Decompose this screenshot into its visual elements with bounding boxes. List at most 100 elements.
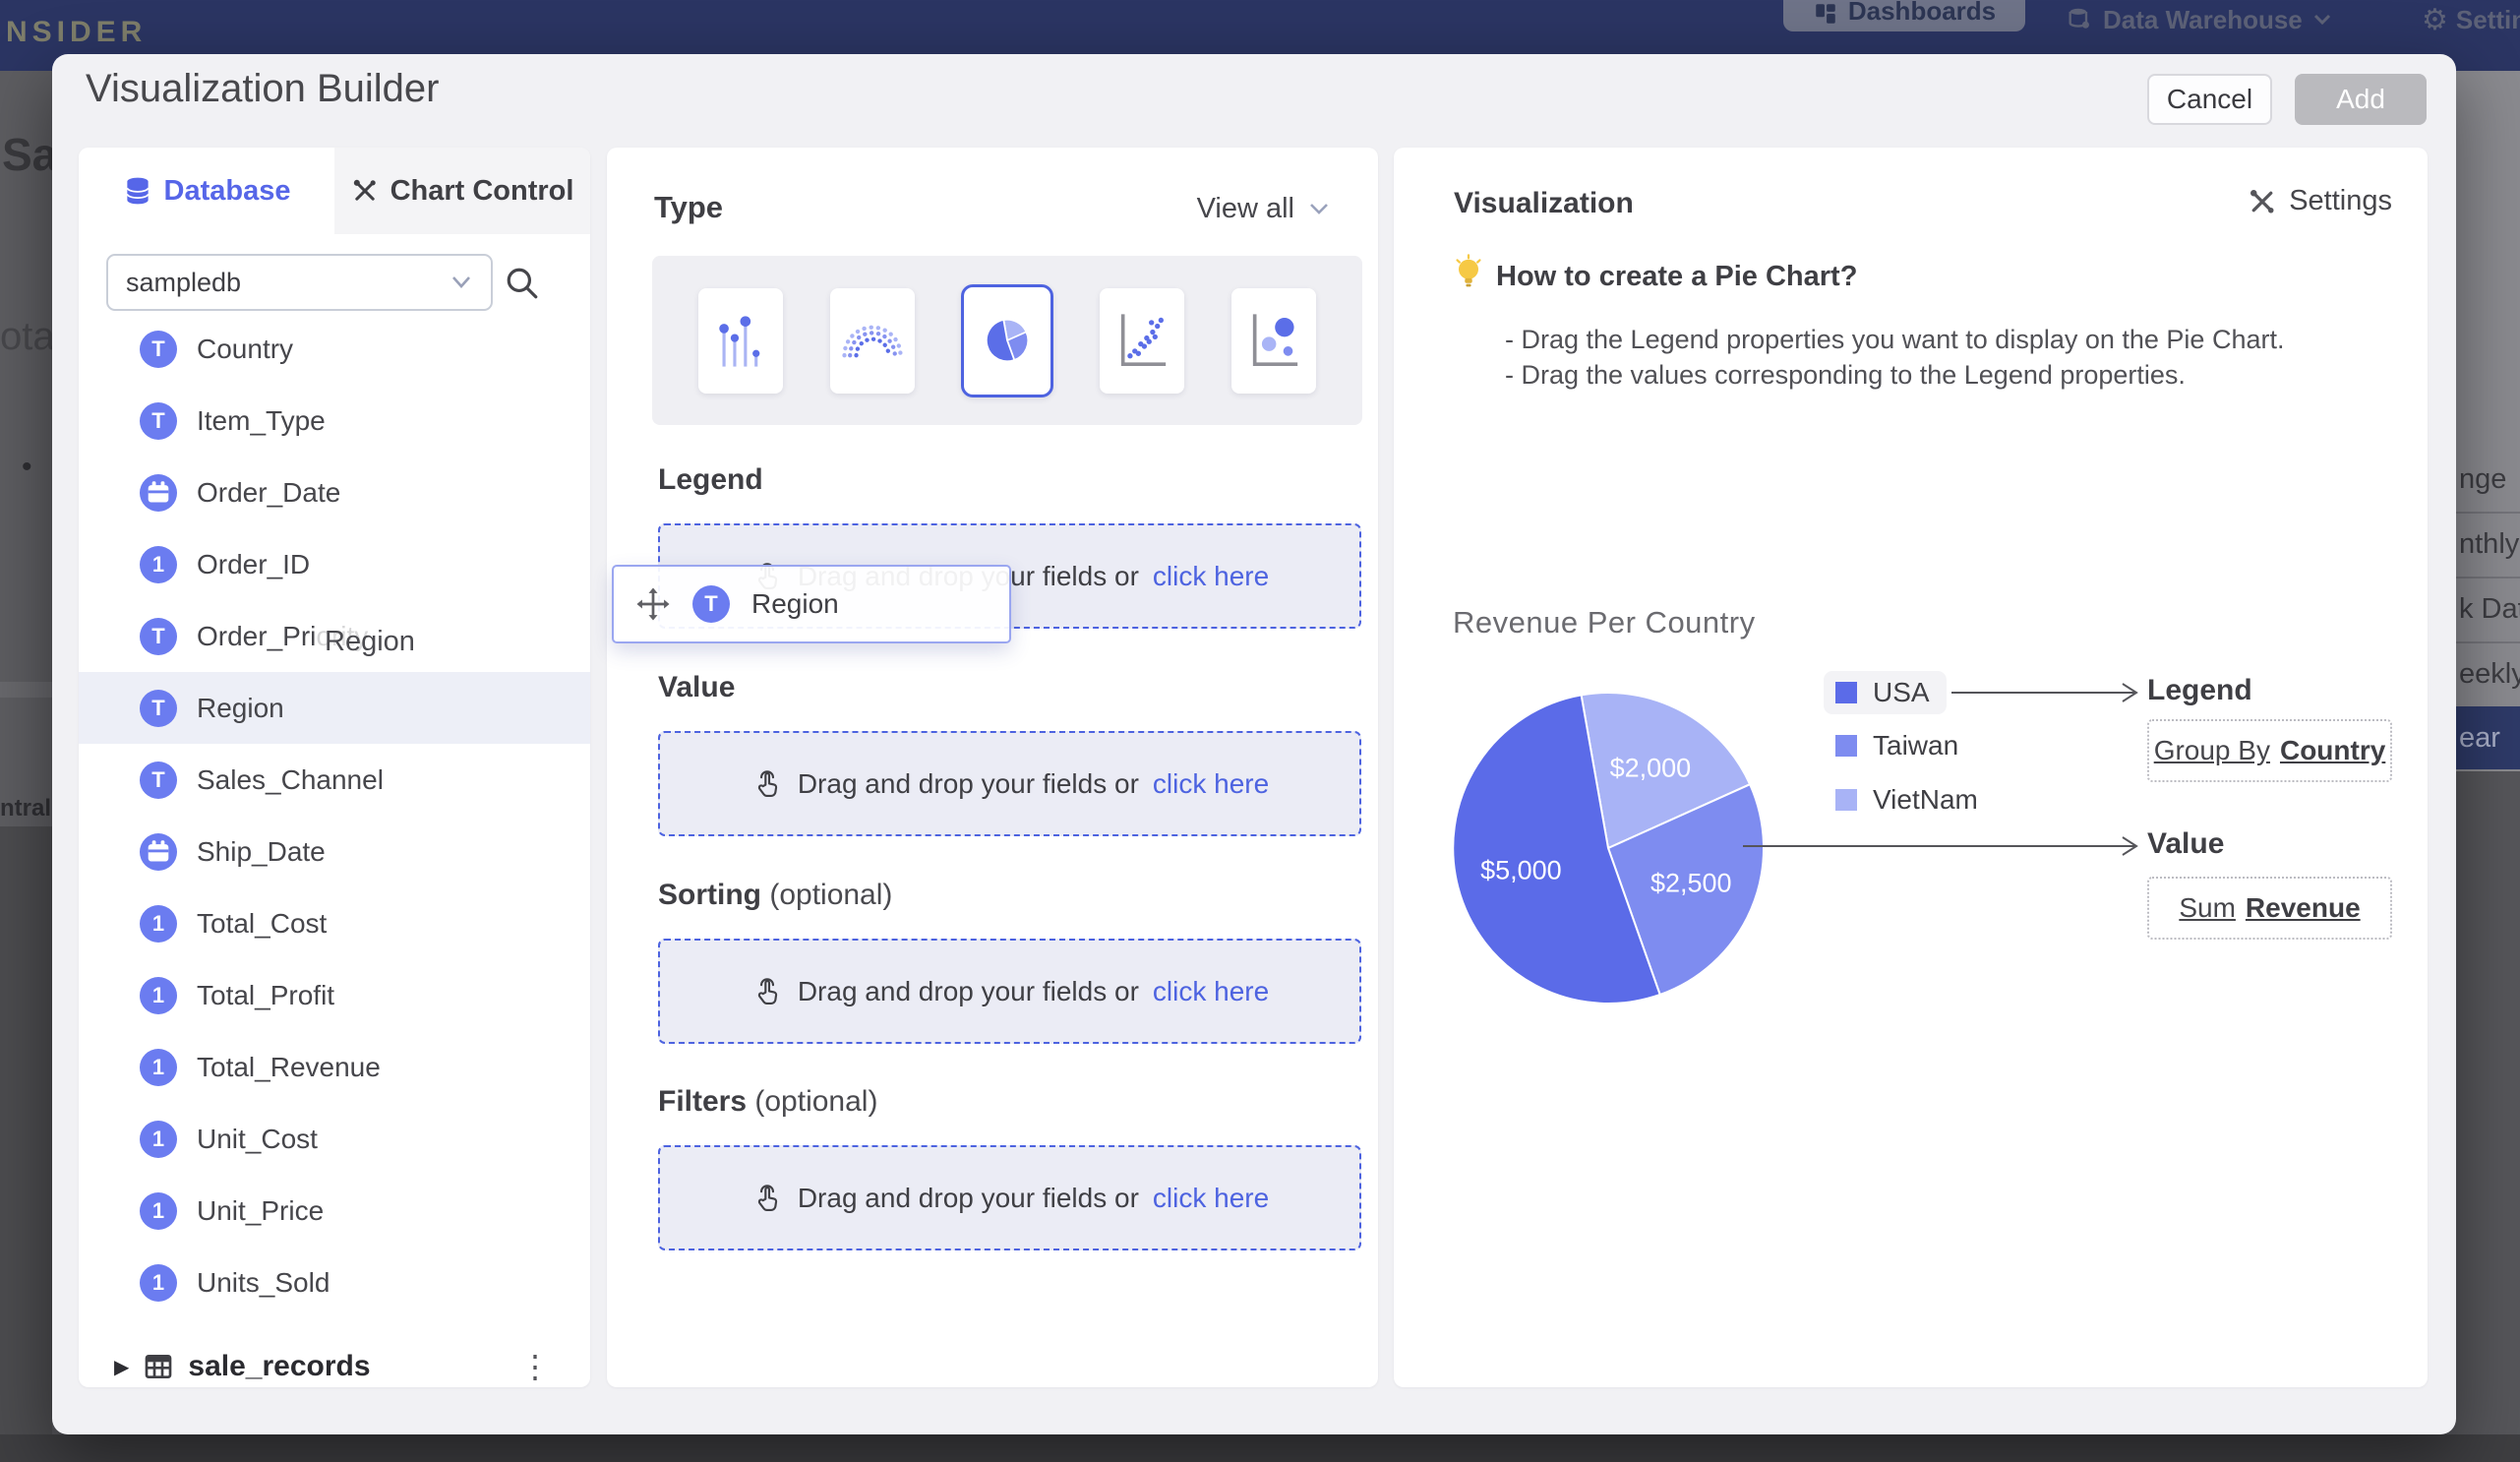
view-all-button[interactable]: View all [1197,193,1330,225]
group-by-value: Country [2280,735,2385,766]
field-row-country[interactable]: TCountry [79,313,590,385]
click-here-link[interactable]: click here [1153,1183,1269,1214]
tap-hand-icon [750,975,784,1008]
chart-type-scatter[interactable] [1100,288,1184,394]
date-field-icon [140,833,177,871]
field-row-total_cost[interactable]: 1Total_Cost [79,887,590,959]
field-row-units_sold[interactable]: 1Units_Sold [79,1247,590,1318]
type-section-label: Type [654,190,723,225]
field-row-item_type[interactable]: TItem_Type [79,385,590,457]
legend-item-usa[interactable]: USA [1835,671,1930,714]
view-all-label: View all [1197,193,1294,225]
field-row-total_profit[interactable]: 1Total_Profit [79,959,590,1031]
chart-type-lollipop[interactable] [698,288,783,394]
chart-title: Revenue Per Country [1453,605,1756,640]
dimmed-background-right: ngenthlyk Dateeeklyear [2456,71,2520,1462]
nav-dashboards[interactable]: Dashboards [1783,0,2025,31]
lollipop-chart-icon [712,303,769,378]
filters-drop-zone[interactable]: Drag and drop your fields orclick here [658,1145,1361,1250]
tab-chart-control[interactable]: Chart Control [334,148,590,234]
slice-value-label: $2,500 [1650,869,1732,899]
nav-settings[interactable]: ⚙ Settings [2422,0,2520,39]
settings-button[interactable]: Settings [2248,185,2392,217]
drop-placeholder-text: Drag and drop your fields or [798,768,1139,800]
sorting-drop-zone[interactable]: Drag and drop your fields or click here [658,939,1361,1044]
background-dark-area [0,826,52,1462]
gear-icon: ⚙ [2422,3,2448,37]
brand-logo: NSIDER [6,16,147,49]
field-name: Sales_Channel [197,764,384,796]
nav-dashboards-label: Dashboards [1848,0,1996,27]
move-icon [635,586,671,622]
drop-section-sorting: Sorting (optional) Drag and drop your fie… [658,879,1361,1044]
parliament-chart-icon [842,303,903,378]
drop-section-filters: Filters (optional)Drag and drop your fie… [658,1085,1361,1250]
field-row-total_revenue[interactable]: 1Total_Revenue [79,1031,590,1103]
legend-annotation-title: Legend [2147,674,2252,707]
field-name: Country [197,334,293,365]
drag-ghost-source-label: Region [325,626,415,658]
database-panel: Database Chart Control sampledb [79,148,590,1387]
search-icon[interactable] [505,266,540,301]
background-text-fragment: Sal [2,128,52,181]
chart-type-pie[interactable] [961,284,1053,397]
legend-swatch [1835,735,1857,757]
field-row-unit_cost[interactable]: 1Unit_Cost [79,1103,590,1175]
expand-triangle-icon[interactable]: ▶ [114,1355,129,1379]
drag-ghost-card[interactable]: T Region [612,565,1011,643]
field-row-order_id[interactable]: 1Order_ID [79,528,590,600]
pie-chart[interactable] [1448,688,1769,1008]
field-row-region[interactable]: TRegion [79,672,590,744]
click-here-link[interactable]: click here [1153,976,1269,1007]
chevron-down-icon [450,274,473,290]
date-field-icon [140,474,177,512]
background-menu-item: nthly [2456,512,2520,577]
legend-annotation-box[interactable]: Group By Country [2147,719,2392,782]
lightbulb-icon [1451,254,1486,293]
field-row-order_date[interactable]: Order_Date [79,457,590,528]
field-row-unit_price[interactable]: 1Unit_Price [79,1175,590,1247]
visualization-title: Visualization [1454,187,1634,220]
kebab-menu-icon[interactable]: ⋮ [519,1348,551,1385]
text-field-icon: T [692,585,730,623]
value-drop-zone[interactable]: Drag and drop your fields or click here [658,731,1361,836]
background-divider [0,682,52,698]
database-select[interactable]: sampledb [106,254,493,311]
add-button[interactable]: Add [2295,74,2427,125]
number-field-icon: 1 [140,546,177,583]
background-text-fragment: ota [0,315,52,359]
visualization-panel: Visualization Settings How to create a P… [1394,148,2428,1387]
click-here-link[interactable]: click here [1153,561,1269,592]
field-row-sales_channel[interactable]: T Sales_Channel [79,744,590,816]
drag-ghost-field-name: Region [751,588,839,620]
sum-value: Revenue [2246,892,2361,924]
cancel-button[interactable]: Cancel [2147,74,2272,125]
legend-item-taiwan[interactable]: Taiwan [1835,724,1958,767]
value-annotation-box[interactable]: Sum Revenue [2147,877,2392,940]
table-row-sale-records[interactable]: ▶ sale_records ⋮ [79,1331,590,1387]
drop-placeholder-text: Drag and drop your fields or [798,976,1139,1007]
click-here-link[interactable]: click here [1153,768,1269,800]
tab-database-label: Database [164,175,291,208]
background-text-fragment: ntral [0,795,51,822]
legend-arrow [1950,679,2146,706]
nav-settings-label: Settings [2456,5,2520,35]
tab-database[interactable]: Database [79,148,334,234]
chart-type-parliament[interactable] [830,288,915,394]
legend-item-vietnam[interactable]: VietNam [1835,778,1978,822]
dimmed-background-left: Sal ota • ntral [0,71,52,1462]
field-name: Total_Profit [197,980,334,1011]
drop-section-label: Sorting (optional) [658,879,1361,916]
field-row-ship_date[interactable]: Ship_Date [79,816,590,887]
number-field-icon: 1 [140,905,177,943]
tip-title: How to create a Pie Chart? [1496,261,1857,293]
legend-name: Taiwan [1873,730,1958,761]
sum-label: Sum [2179,892,2236,924]
background-menu-item: nge [2456,447,2520,512]
nav-data-warehouse[interactable]: Data Warehouse [2066,0,2332,39]
tap-hand-icon [750,1182,784,1215]
tab-chart-control-label: Chart Control [390,175,574,208]
scatter-chart-icon [1113,303,1170,378]
chart-type-bubble[interactable] [1231,288,1316,394]
text-field-icon: T [140,761,177,799]
